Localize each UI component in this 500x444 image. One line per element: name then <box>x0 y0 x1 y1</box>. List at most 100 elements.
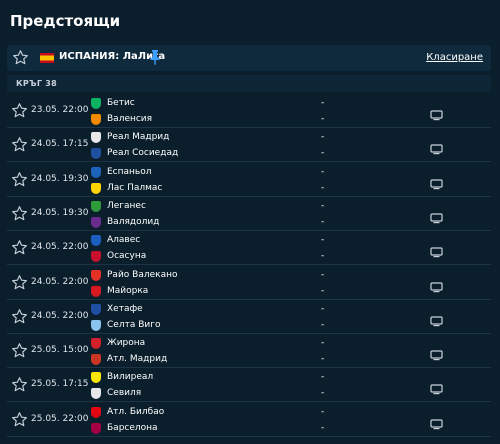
away-score: - <box>321 354 325 365</box>
away-score: - <box>321 148 325 159</box>
pin-icon[interactable] <box>149 49 161 69</box>
star-outline-icon[interactable] <box>11 376 28 397</box>
match-row[interactable]: 25.05. 17:15 Вилиреал Севиля - - <box>7 368 491 403</box>
tv-icon[interactable] <box>430 312 443 331</box>
home-team-logo-icon <box>91 269 101 281</box>
star-outline-icon[interactable] <box>11 171 28 192</box>
star-outline-icon[interactable] <box>12 49 29 70</box>
away-team-logo-icon <box>91 148 101 160</box>
star-outline-icon[interactable] <box>11 205 28 226</box>
match-time: 24.05. 19:30 <box>31 207 89 218</box>
home-team-name: Реал Мадрид <box>107 132 170 143</box>
away-team-logo-icon <box>91 114 101 125</box>
away-score: - <box>321 285 325 296</box>
home-score: - <box>321 372 325 383</box>
away-team-logo-icon <box>91 285 101 297</box>
match-row[interactable]: 25.05. 15:00 Жирона Атл. Мадрид - - <box>7 334 491 369</box>
away-team-name: Реал Сосиедад <box>107 148 179 159</box>
home-team-logo-icon <box>91 372 101 384</box>
tv-icon[interactable] <box>430 140 443 159</box>
tv-icon[interactable] <box>430 415 443 434</box>
match-time: 24.05. 17:15 <box>31 139 89 150</box>
away-team-name: Барселона <box>107 422 158 433</box>
home-team-logo-icon <box>91 200 101 212</box>
match-row[interactable]: 24.05. 19:30 Леганес Валядолид - - <box>7 197 491 231</box>
home-team-logo-icon <box>91 98 101 109</box>
match-row[interactable]: 24.05. 22:00 Алавес Осасуна - - <box>7 231 491 266</box>
away-team-name: Осасуна <box>107 251 147 262</box>
away-team-logo-icon <box>91 354 101 366</box>
match-row[interactable]: 24.05. 22:00 Райо Валекано Майорка - - <box>7 266 491 300</box>
star-outline-icon[interactable] <box>11 411 28 432</box>
away-team-name: Валядолид <box>107 216 160 227</box>
home-team-name: Атл. Билбао <box>107 406 165 417</box>
match-time: 24.05. 19:30 <box>31 173 89 184</box>
match-time: 23.05. 22:00 <box>31 105 89 115</box>
match-time: 24.05. 22:00 <box>31 242 89 253</box>
home-score: - <box>321 406 325 417</box>
home-team-logo-icon <box>91 235 101 247</box>
match-time: 25.05. 15:00 <box>31 345 89 356</box>
home-score: - <box>321 338 325 349</box>
home-team-name: Хетафе <box>107 303 143 314</box>
home-team-logo-icon <box>91 338 101 350</box>
away-team-logo-icon <box>91 319 101 331</box>
tv-icon[interactable] <box>430 380 443 399</box>
match-time: 24.05. 22:00 <box>31 310 89 321</box>
star-outline-icon[interactable] <box>11 102 28 123</box>
away-score: - <box>321 319 325 330</box>
tv-icon[interactable] <box>430 175 443 194</box>
star-outline-icon[interactable] <box>11 239 28 260</box>
home-score: - <box>321 132 325 143</box>
home-team-name: Райо Валекано <box>107 269 178 280</box>
home-team-logo-icon <box>91 303 101 315</box>
home-team-name: Леганес <box>107 200 146 211</box>
home-team-logo-icon <box>91 166 101 178</box>
away-score: - <box>321 216 325 227</box>
star-outline-icon[interactable] <box>11 342 28 363</box>
tv-icon[interactable] <box>430 346 443 365</box>
away-team-logo-icon <box>91 388 101 400</box>
home-score: - <box>321 166 325 177</box>
match-time: 25.05. 22:00 <box>31 413 89 424</box>
home-score: - <box>321 303 325 314</box>
home-team-name: Бетис <box>107 98 135 108</box>
home-score: - <box>321 98 325 108</box>
spain-flag-icon <box>40 53 54 63</box>
round-label: КРЪГ 38 <box>16 79 58 88</box>
round-header: КРЪГ 38 <box>7 75 491 92</box>
away-team-name: Атл. Мадрид <box>107 354 168 365</box>
star-outline-icon[interactable] <box>11 136 28 157</box>
away-score: - <box>321 114 325 124</box>
home-team-name: Жирона <box>107 338 146 349</box>
away-score: - <box>321 251 325 262</box>
away-team-logo-icon <box>91 182 101 194</box>
away-score: - <box>321 422 325 433</box>
away-team-name: Севиля <box>107 388 142 399</box>
league-header: ИСПАНИЯ: ЛаЛига Класиране <box>7 45 491 71</box>
away-team-logo-icon <box>91 216 101 228</box>
match-row[interactable]: 25.05. 22:00 Атл. Билбао Барселона - - <box>7 403 491 437</box>
away-team-logo-icon <box>91 251 101 263</box>
away-team-logo-icon <box>91 422 101 434</box>
tv-icon[interactable] <box>430 209 443 228</box>
match-row[interactable]: 24.05. 17:15 Реал Мадрид Реал Сосиедад - - <box>7 128 491 163</box>
away-team-name: Лас Палмас <box>107 182 163 193</box>
star-outline-icon[interactable] <box>11 274 28 295</box>
star-outline-icon[interactable] <box>11 308 28 329</box>
away-team-name: Майорка <box>107 285 149 296</box>
match-time: 25.05. 17:15 <box>31 379 89 390</box>
match-row[interactable]: 24.05. 22:00 Хетафе Селта Виго - - <box>7 300 491 334</box>
away-score: - <box>321 388 325 399</box>
home-team-logo-icon <box>91 132 101 144</box>
match-time: 24.05. 22:00 <box>31 276 89 287</box>
match-row[interactable]: 24.05. 19:30 Еспаньол Лас Палмас - - <box>7 163 491 197</box>
tv-icon[interactable] <box>430 278 443 297</box>
home-team-name: Еспаньол <box>107 166 152 177</box>
tv-icon[interactable] <box>430 243 443 262</box>
home-score: - <box>321 269 325 280</box>
match-row[interactable]: 23.05. 22:00 Бетис Валенсия - - <box>7 94 491 128</box>
standings-link[interactable]: Класиране <box>426 52 483 63</box>
tv-icon[interactable] <box>430 106 443 125</box>
home-score: - <box>321 235 325 246</box>
